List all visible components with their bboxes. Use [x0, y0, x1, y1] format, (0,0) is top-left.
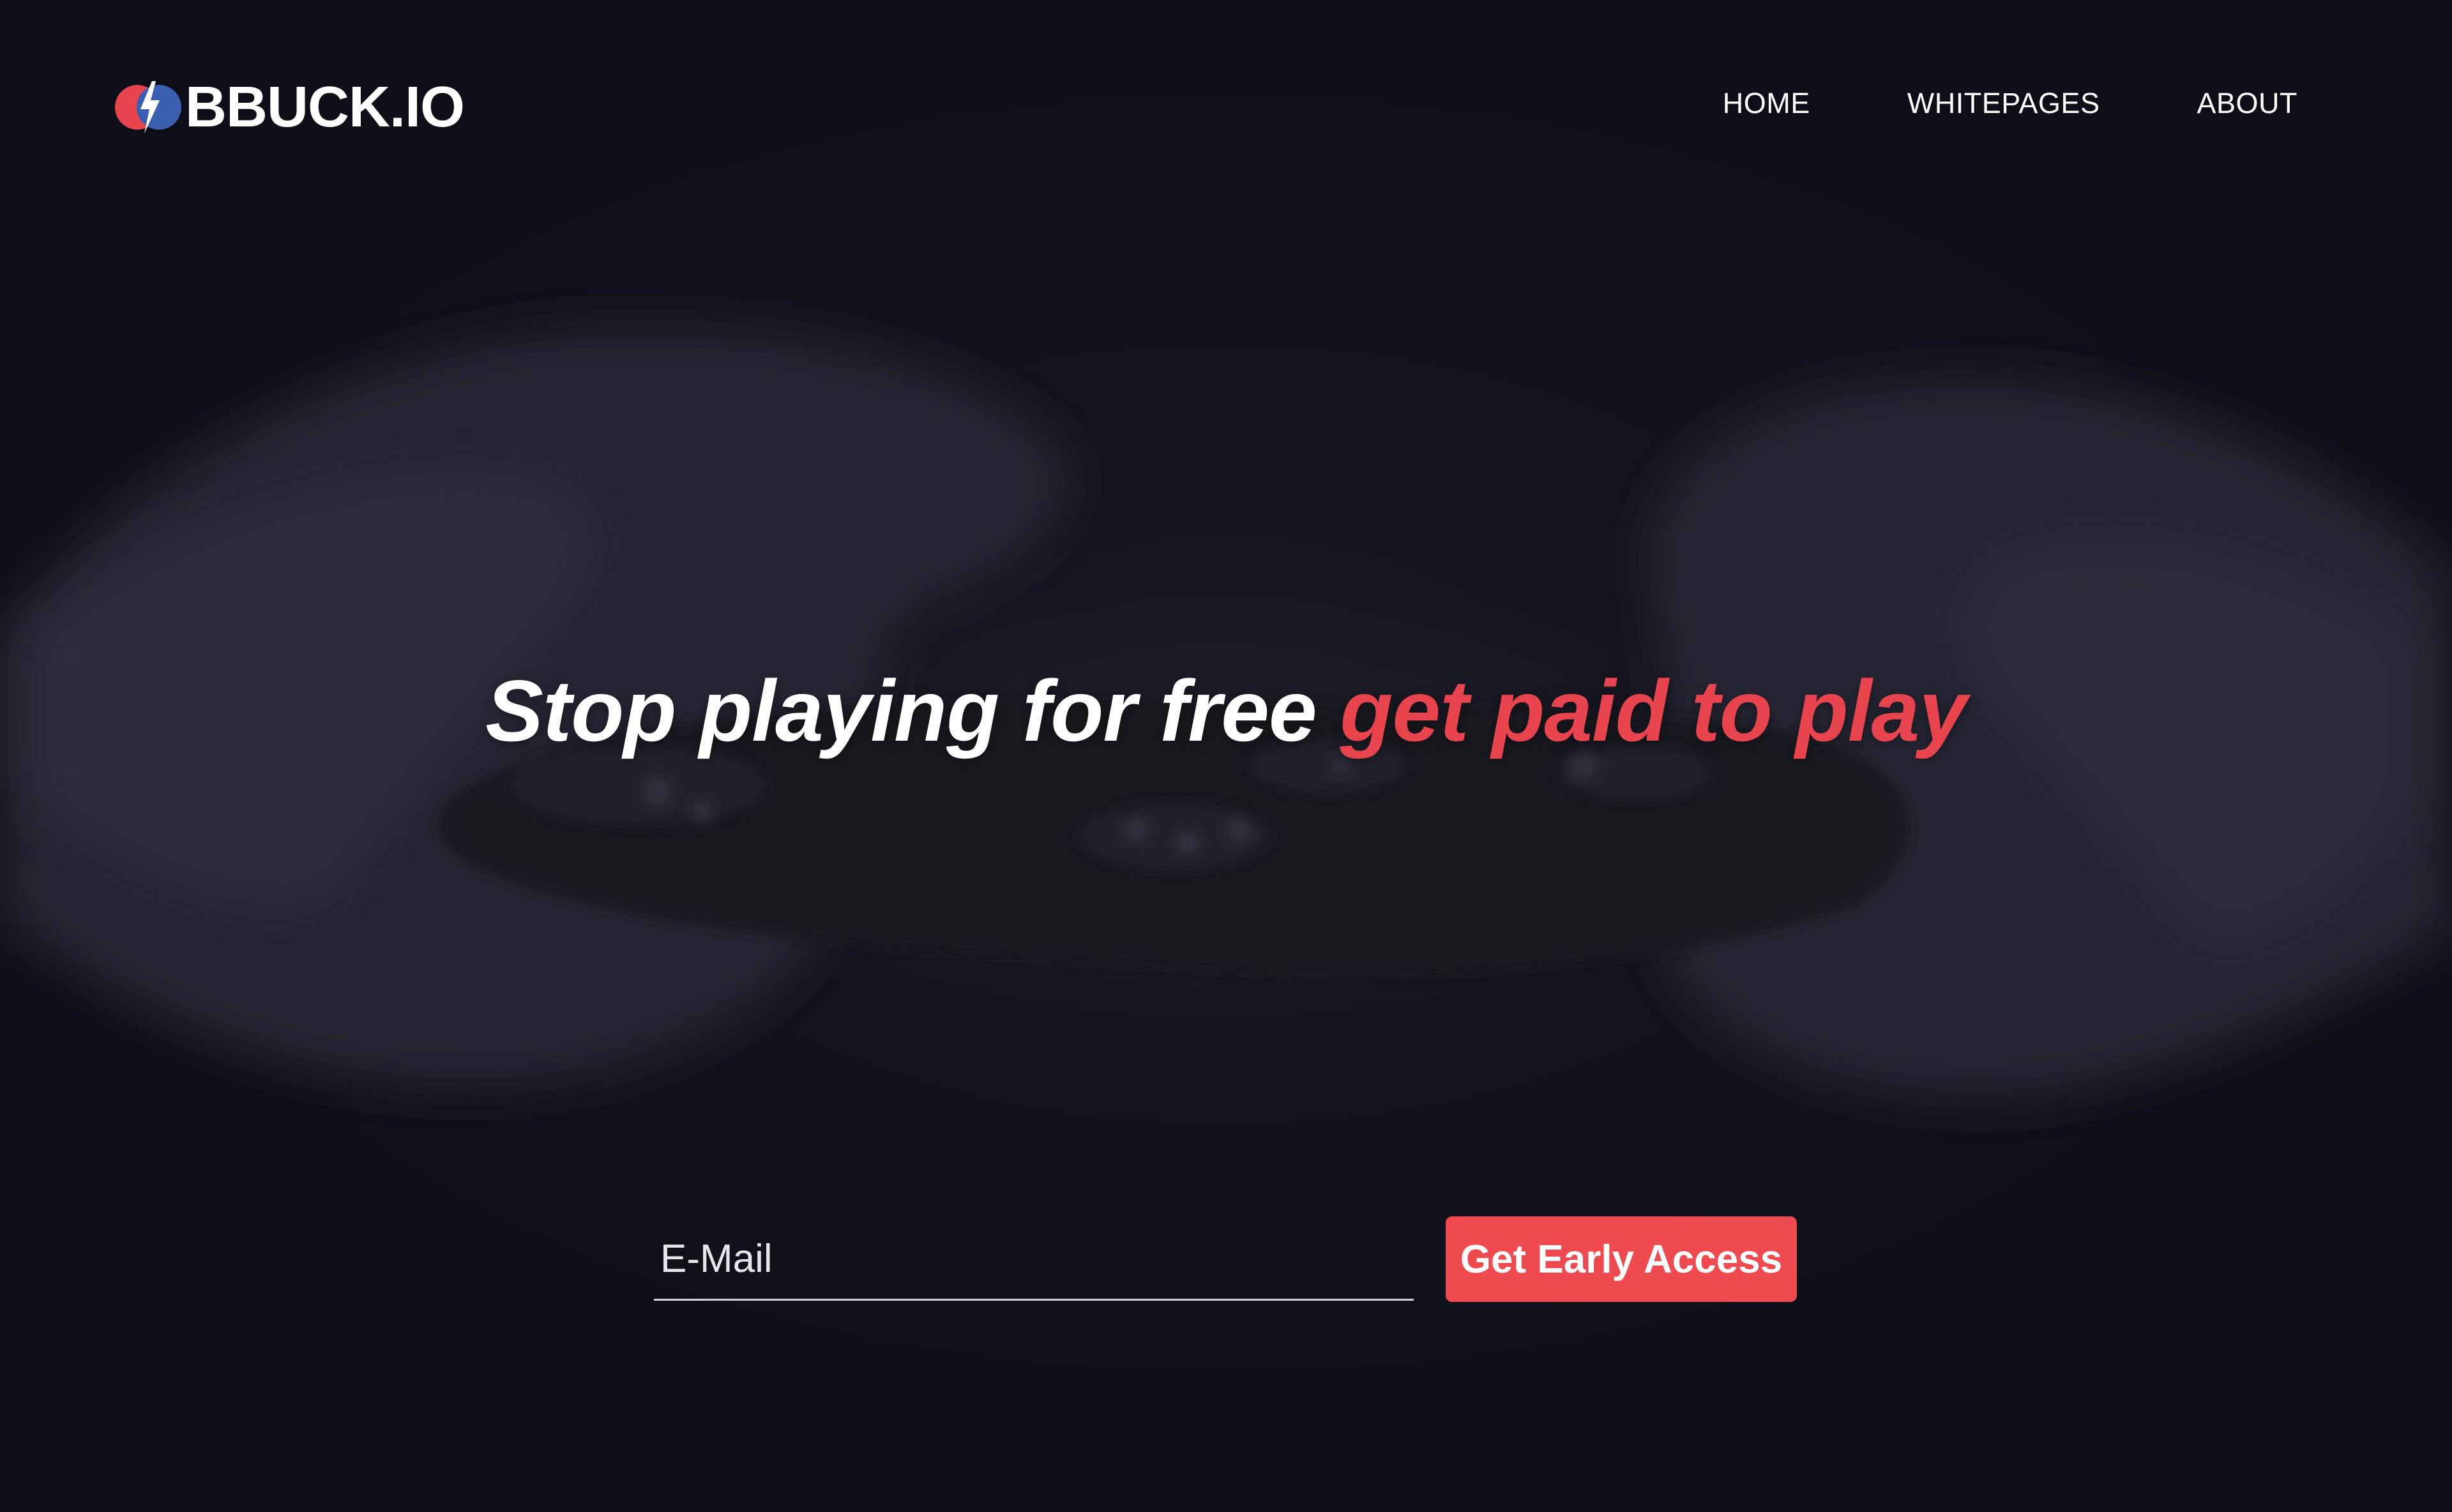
hero-headline: Stop playing for free get paid to play	[0, 660, 2452, 762]
lightning-bolt-icon	[115, 81, 181, 133]
email-input[interactable]	[654, 1218, 1414, 1299]
nav-about[interactable]: ABOUT	[2197, 82, 2297, 125]
get-early-access-button[interactable]: Get Early Access	[1446, 1216, 1797, 1302]
main-nav: HOME WHITEPAGES ABOUT	[1626, 82, 2297, 125]
nav-whitepages[interactable]: WHITEPAGES	[1907, 82, 2100, 125]
brand-logo[interactable]: BBUCK.IO	[115, 75, 465, 139]
nav-home[interactable]: HOME	[1723, 82, 1810, 125]
headline-accent: get paid to play	[1340, 662, 1967, 760]
headline-main: Stop playing for free	[485, 662, 1340, 760]
brand-name: BBUCK.IO	[185, 75, 465, 139]
email-field	[654, 1218, 1414, 1301]
